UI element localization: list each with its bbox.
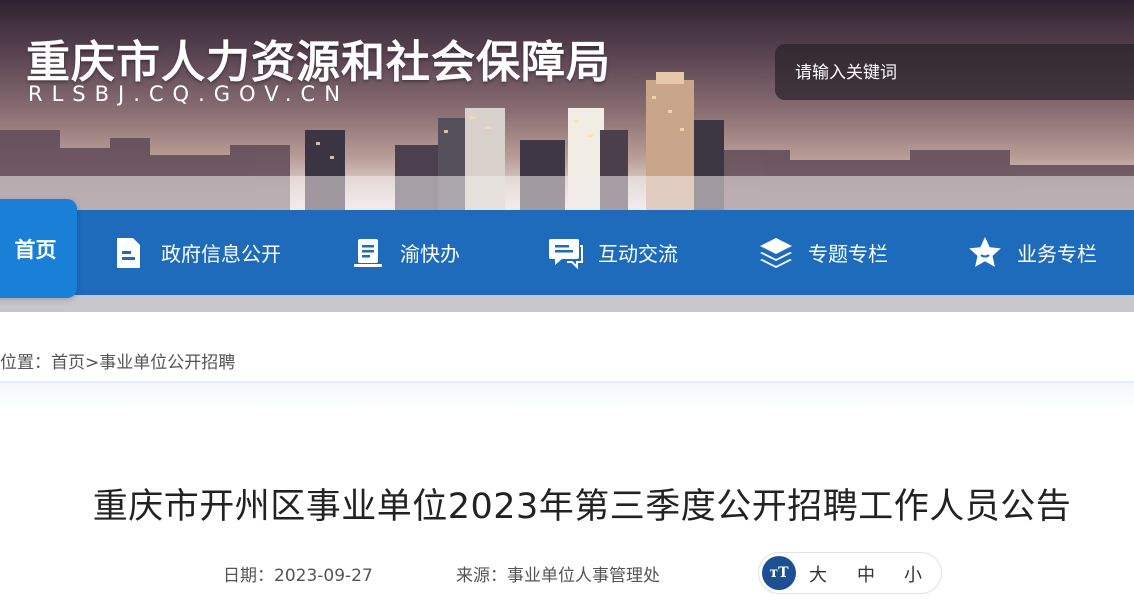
nav-item-label: 专题专栏	[808, 242, 888, 266]
nav-item-label: 业务专栏	[1017, 242, 1097, 266]
nav-item-label: 政府信息公开	[161, 242, 281, 266]
font-size-small[interactable]: 小	[904, 561, 922, 587]
nav-home-tab[interactable]: 首页	[0, 199, 77, 298]
document-icon	[111, 235, 147, 271]
nav-item-label: 互动交流	[598, 242, 678, 266]
nav-item-gov-info[interactable]: 政府信息公开	[111, 210, 281, 295]
nav-item-business[interactable]: 业务专栏	[967, 210, 1097, 295]
layers-icon	[758, 235, 794, 271]
article-date: 日期：2023-09-27	[223, 561, 373, 586]
article-source: 来源：事业单位人事管理处	[456, 561, 660, 586]
chat-icon	[548, 235, 584, 271]
site-domain: RLSBJ.CQ.GOV.CN	[28, 82, 349, 106]
star-icon	[967, 235, 1003, 271]
breadcrumb-separator: >	[85, 353, 100, 373]
nav-home-label: 首页	[14, 237, 57, 262]
nav-item-topics[interactable]: 专题专栏	[758, 210, 888, 295]
nav-item-interaction[interactable]: 互动交流	[548, 210, 678, 295]
breadcrumb-current-link[interactable]: 事业单位公开招聘	[99, 353, 235, 373]
breadcrumb: 位置：首页>事业单位公开招聘	[0, 348, 235, 373]
font-size-icon: тT	[762, 556, 796, 590]
source-value: 事业单位人事管理处	[507, 566, 660, 586]
content-top-shadow	[0, 383, 1134, 411]
breadcrumb-prefix: 位置：	[0, 353, 51, 373]
site-title: 重庆市人力资源和社会保障局	[26, 37, 611, 88]
source-label: 来源：	[456, 566, 507, 586]
search-input[interactable]	[793, 58, 1127, 88]
nav-item-label: 渝快办	[400, 242, 460, 266]
nav-item-yukuaiban[interactable]: 渝快办	[350, 210, 460, 295]
font-size-medium[interactable]: 中	[857, 561, 875, 587]
main-nav: 首页 政府信息公开 渝快办 互动交流 专题专栏 业务专栏	[0, 199, 1134, 298]
breadcrumb-home-link[interactable]: 首页	[51, 353, 85, 373]
search-box	[775, 44, 1134, 100]
date-value: 2023-09-27	[274, 566, 373, 586]
book-icon	[350, 235, 386, 271]
date-label: 日期：	[223, 566, 274, 586]
article-title: 重庆市开州区事业单位2023年第三季度公开招聘工作人员公告	[92, 487, 1072, 527]
font-size-switcher: тT 大 中 小	[758, 552, 942, 594]
font-size-large[interactable]: 大	[809, 561, 827, 587]
